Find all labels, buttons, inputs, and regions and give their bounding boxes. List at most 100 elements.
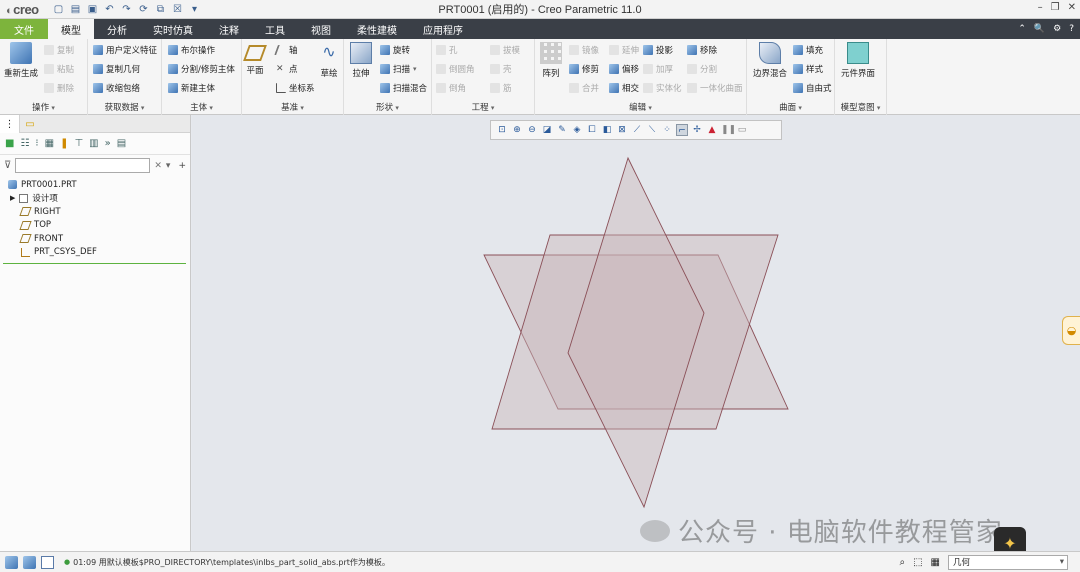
rib-button[interactable]: 筋 [490, 82, 512, 94]
clear-search-icon[interactable]: ✕ [154, 161, 162, 171]
tree-item-csys[interactable]: PRT_CSYS_DEF [0, 246, 190, 260]
split-button[interactable]: 分割 [687, 63, 717, 75]
sweep-dropdown-icon[interactable]: ▾ [413, 65, 417, 73]
toggle-navigator-icon[interactable] [5, 555, 18, 569]
expand-icon[interactable]: » [105, 138, 111, 149]
fill-button[interactable]: 填充 [793, 44, 823, 56]
project-button[interactable]: 投影 [643, 44, 673, 56]
redo-icon[interactable]: ↷ [120, 3, 133, 16]
pattern-button[interactable]: 阵列 [540, 42, 562, 79]
sketch-button[interactable]: ∿ 草绘 [318, 42, 340, 79]
tab-analysis[interactable]: 分析 [94, 19, 140, 39]
settings-icon[interactable]: ⚙ [1053, 24, 1061, 34]
model-tree-tab-icon[interactable]: ⋮ [0, 115, 20, 133]
insert-here-indicator[interactable] [3, 263, 186, 264]
paste-button[interactable]: 粘贴 [44, 63, 74, 75]
unify-surface-button[interactable]: 一体化曲面 [687, 82, 743, 94]
appearance-gallery-icon[interactable]: ◒ [1062, 316, 1080, 345]
toggle-browser-icon[interactable] [23, 555, 36, 569]
windows-icon[interactable]: ⧉ [154, 3, 167, 16]
new-file-icon[interactable]: ▢ [52, 3, 65, 16]
customize-qat-icon[interactable]: ▾ [188, 3, 201, 16]
restore-icon[interactable]: ❐ [1051, 2, 1060, 13]
tab-applications[interactable]: 应用程序 [410, 19, 476, 39]
trim-button[interactable]: 修剪 [569, 63, 599, 75]
shell-button[interactable]: 壳 [490, 63, 512, 75]
style-button[interactable]: 样式 [793, 63, 823, 75]
remove-button[interactable]: 移除 [687, 44, 717, 56]
split-body-button[interactable]: 分割/修剪主体 [168, 63, 235, 75]
tree-settings-icon[interactable]: ▥ [89, 138, 98, 149]
tab-model[interactable]: 模型 [48, 19, 94, 39]
help-icon[interactable]: ? [1069, 24, 1074, 34]
smart-select-icon[interactable]: ▦ [931, 557, 940, 568]
graphics-window[interactable]: ⊡ ⊕ ⊖ ◪ ✎ ◈ ⧠ ◧ ⊠ ⟋ ⟍ ⁘ ⌐ ✢ ▲ ❚❚ ▭ ◒ 公众号… [192, 115, 1080, 559]
selection-filter-dropdown[interactable]: 几何 [948, 554, 1068, 570]
layer-tree-icon[interactable]: ▦ [45, 138, 54, 149]
boundary-blend-button[interactable]: 边界混合 [753, 42, 787, 79]
tab-view[interactable]: 视图 [298, 19, 344, 39]
intersect-button[interactable]: 相交 [609, 82, 639, 94]
point-button[interactable]: ✕ 点 [276, 63, 298, 75]
extend-button[interactable]: 延伸 [609, 44, 639, 56]
tree-item-right[interactable]: RIGHT [0, 205, 190, 219]
highlight-icon[interactable]: ❚ [60, 138, 68, 149]
delete-button[interactable]: 删除 [44, 82, 74, 94]
sweep-button[interactable]: 扫描 ▾ [380, 63, 417, 75]
tree-item-part[interactable]: PRT0001.PRT [0, 178, 190, 192]
filter-icon[interactable]: ⊽ [4, 160, 11, 171]
regenerate-button[interactable]: 重新生成 [4, 42, 38, 79]
tree-list-icon[interactable]: ⁝ [35, 138, 38, 149]
draft-button[interactable]: 拔模 [490, 44, 520, 56]
new-body-button[interactable]: 新建主体 [168, 82, 215, 94]
tab-annotate[interactable]: 注释 [206, 19, 252, 39]
solidify-button[interactable]: 实体化 [643, 82, 682, 94]
regenerate-icon[interactable]: ⟳ [137, 3, 150, 16]
offset-button[interactable]: 偏移 [609, 63, 639, 75]
save-icon[interactable]: ▣ [86, 3, 99, 16]
tree-item-front[interactable]: FRONT [0, 232, 190, 246]
csys-button[interactable]: 坐标系 [276, 82, 315, 94]
revolve-button[interactable]: 旋转 [380, 44, 410, 56]
copy-geometry-button[interactable]: 复制几何 [93, 63, 140, 75]
open-folder-icon[interactable]: ▤ [69, 3, 82, 16]
freestyle-button[interactable]: 自由式 [793, 82, 832, 94]
tree-options-icon[interactable]: ▾ [166, 161, 171, 171]
close-icon[interactable]: ✕ [1068, 2, 1076, 13]
expand-arrow-icon[interactable]: ▶ [10, 194, 15, 202]
search-help-icon[interactable]: 🔍 [1034, 24, 1045, 34]
axis-button[interactable]: 轴 [274, 44, 298, 56]
minimize-icon[interactable]: – [1038, 2, 1043, 13]
merge-button[interactable]: 合并 [569, 82, 599, 94]
selection-box-icon[interactable]: ⬚ [913, 557, 922, 568]
mirror-button[interactable]: 镜像 [569, 44, 599, 56]
find-icon[interactable]: ⌕ [899, 557, 905, 568]
tree-item-design-items[interactable]: ▶ 设计项 [0, 192, 190, 206]
chamfer-button[interactable]: 倒角 [436, 82, 466, 94]
tab-tools[interactable]: 工具 [252, 19, 298, 39]
tree-filter-settings-icon[interactable]: ⊤ [74, 138, 83, 149]
tab-file[interactable]: 文件 [0, 19, 48, 39]
hole-button[interactable]: 孔 [436, 44, 458, 56]
copy-button[interactable]: 复制 [44, 44, 74, 56]
close-window-icon[interactable]: ☒ [171, 3, 184, 16]
collapse-ribbon-icon[interactable]: ⌃ [1018, 24, 1026, 34]
thicken-button[interactable]: 加厚 [643, 63, 673, 75]
folder-browser-tab-icon[interactable]: ▭ [20, 115, 40, 133]
udf-button[interactable]: 用户定义特征 [93, 44, 157, 56]
notes-icon[interactable]: ▤ [117, 138, 126, 149]
tree-search-input[interactable] [15, 158, 151, 173]
plane-button[interactable]: 平面 [243, 42, 267, 76]
boolean-button[interactable]: 布尔操作 [168, 44, 215, 56]
swept-blend-button[interactable]: 扫描混合 [380, 82, 427, 94]
undo-icon[interactable]: ↶ [103, 3, 116, 16]
extrude-button[interactable]: 拉伸 [350, 42, 372, 79]
component-interface-button[interactable]: 元件界面 [841, 42, 875, 79]
datum-plane-shape[interactable] [567, 156, 705, 509]
tree-item-top[interactable]: TOP [0, 219, 190, 233]
add-filter-icon[interactable]: + [178, 161, 186, 171]
full-screen-icon[interactable] [41, 555, 54, 569]
tree-columns-icon[interactable]: ☷ [20, 138, 29, 149]
round-button[interactable]: 倒圆角 [436, 63, 475, 75]
shrinkwrap-button[interactable]: 收缩包络 [93, 82, 140, 94]
